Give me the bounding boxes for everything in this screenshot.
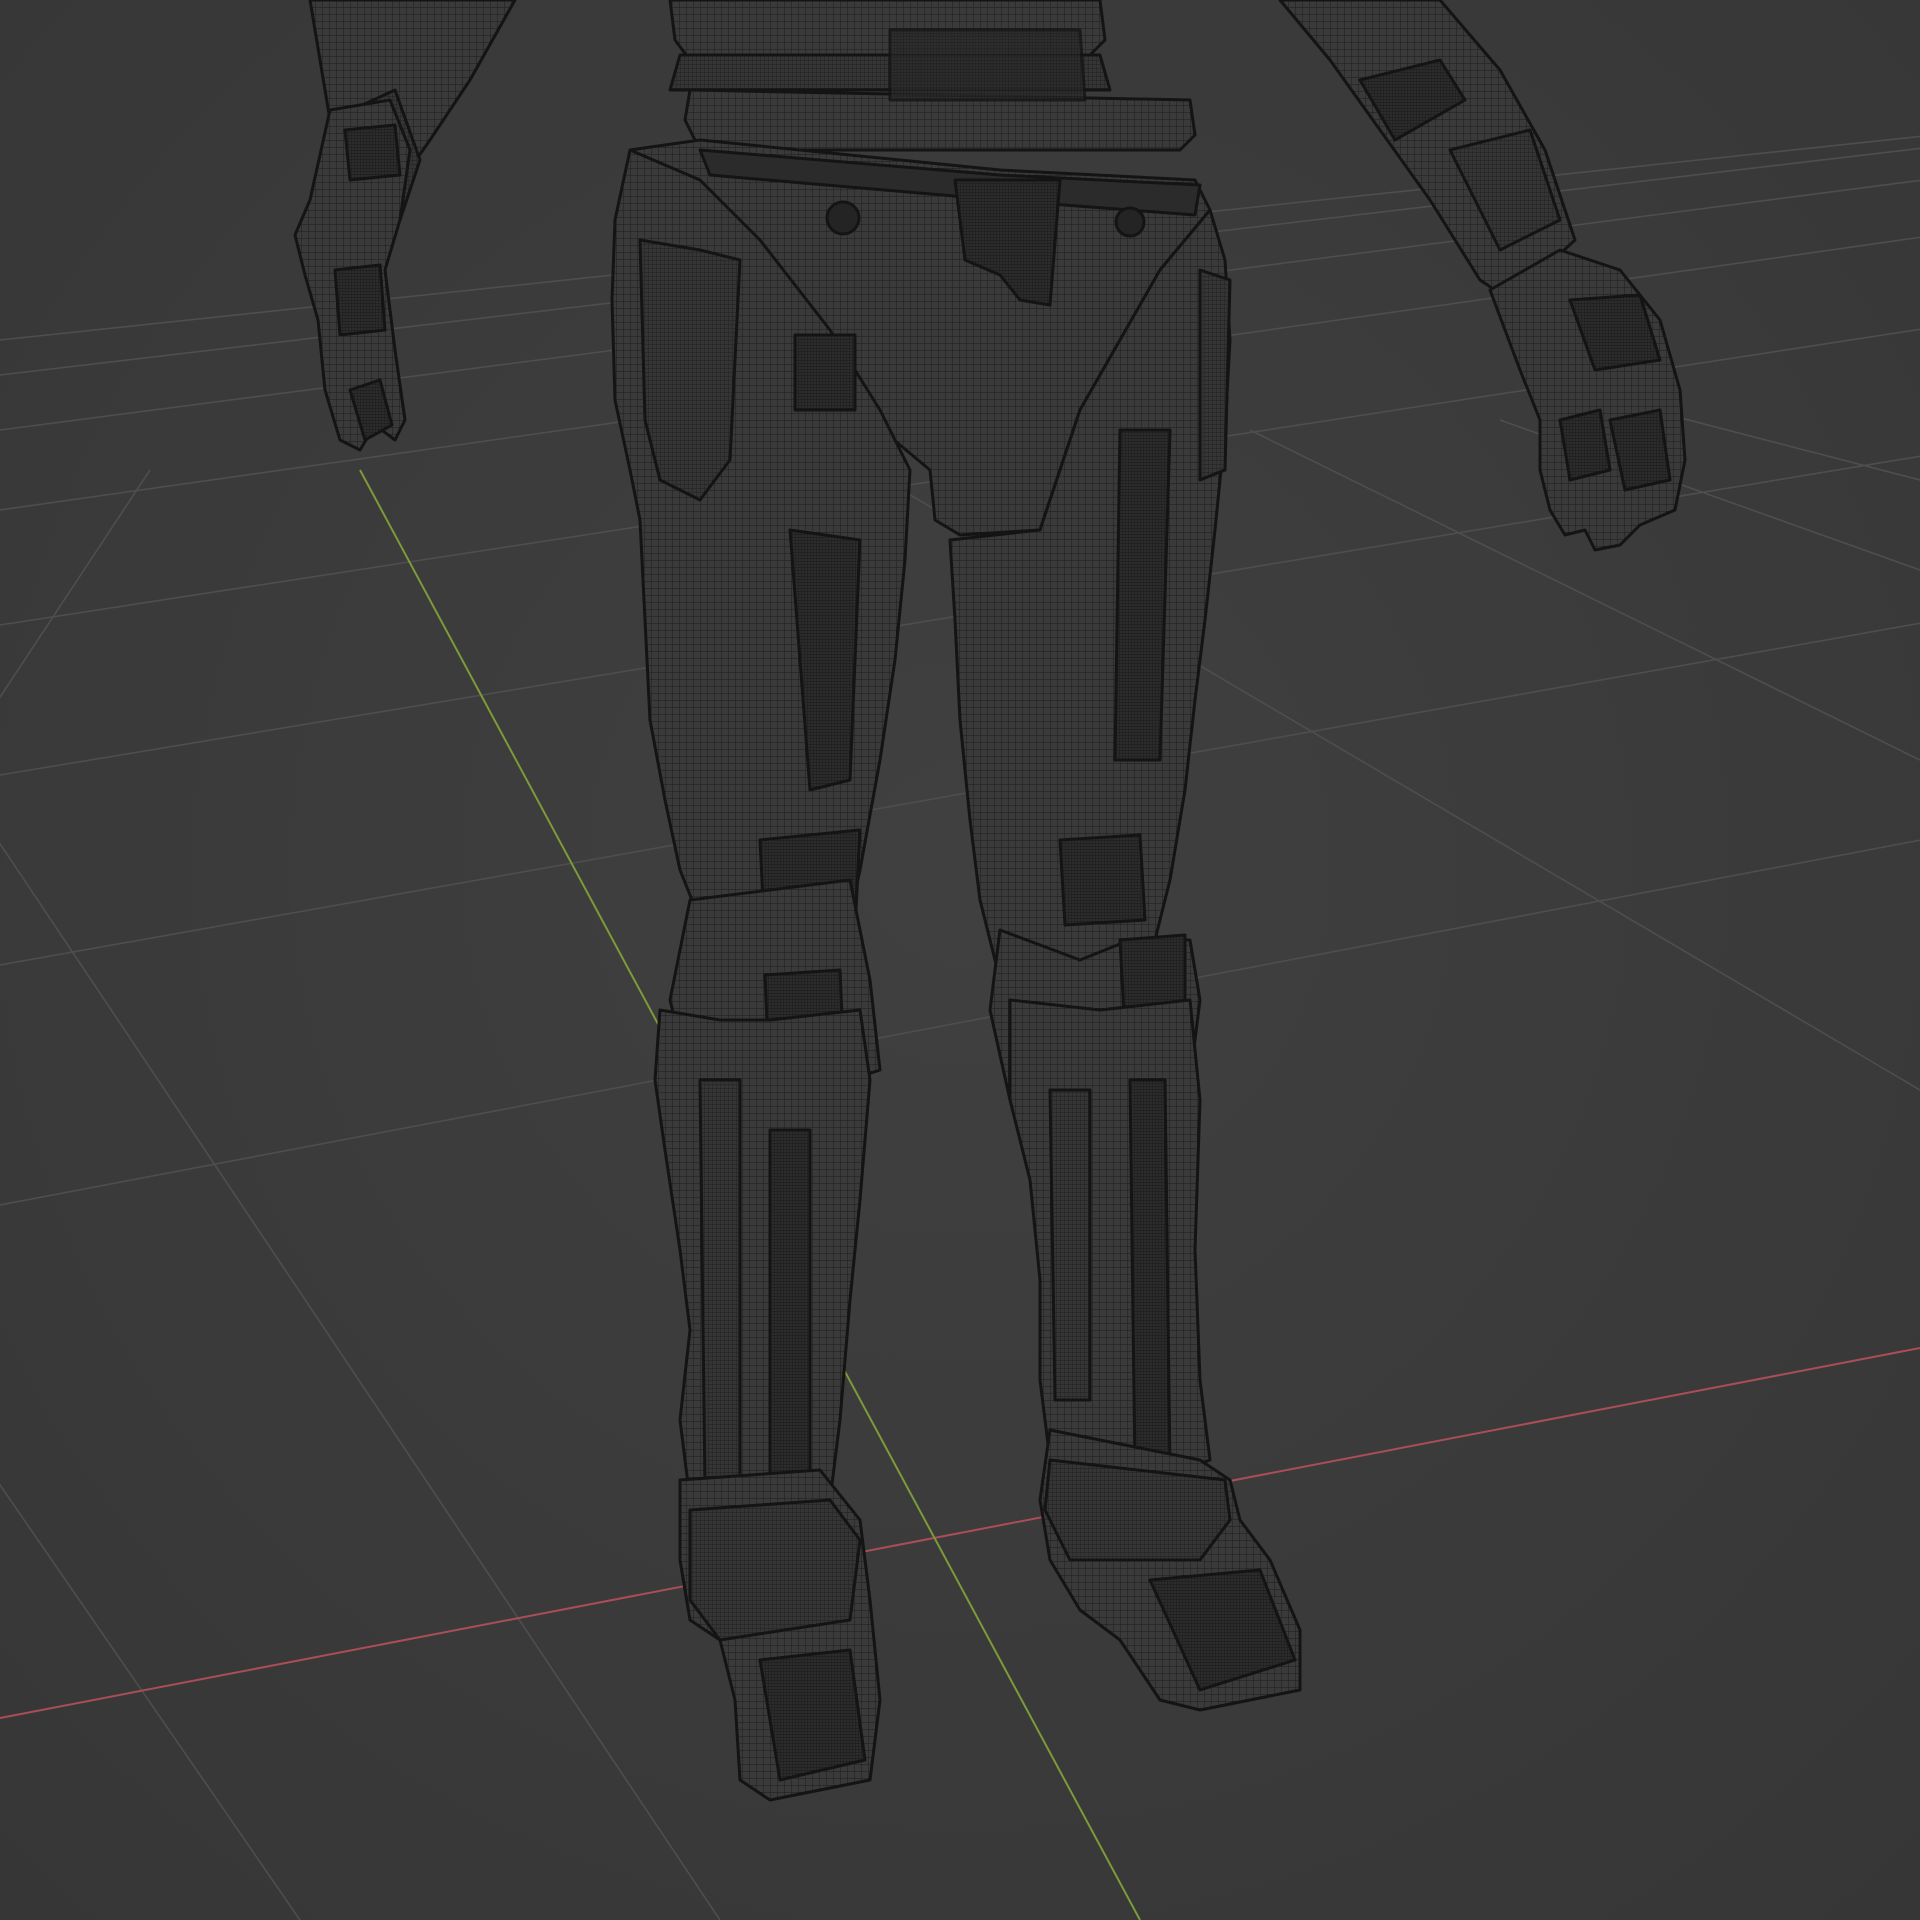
waist[interactable]: [668, 0, 1197, 152]
right-foot[interactable]: [1038, 1428, 1302, 1712]
x-axis-line: [0, 1347, 1920, 1719]
grid-line: [0, 839, 1920, 1206]
grid-line: [0, 469, 151, 699]
left-hand[interactable]: [293, 98, 412, 452]
left-foot[interactable]: [678, 1468, 882, 1802]
3d-viewport[interactable]: [0, 0, 1920, 1920]
robot-model[interactable]: [293, 0, 1687, 1802]
grid-line: [1649, 409, 1920, 481]
right-hand[interactable]: [1488, 248, 1687, 552]
right-arm[interactable]: [1278, 0, 1577, 302]
grid-line: [0, 1483, 301, 1920]
grid-line: [0, 842, 721, 1920]
scene-canvas[interactable]: [0, 0, 1920, 1920]
